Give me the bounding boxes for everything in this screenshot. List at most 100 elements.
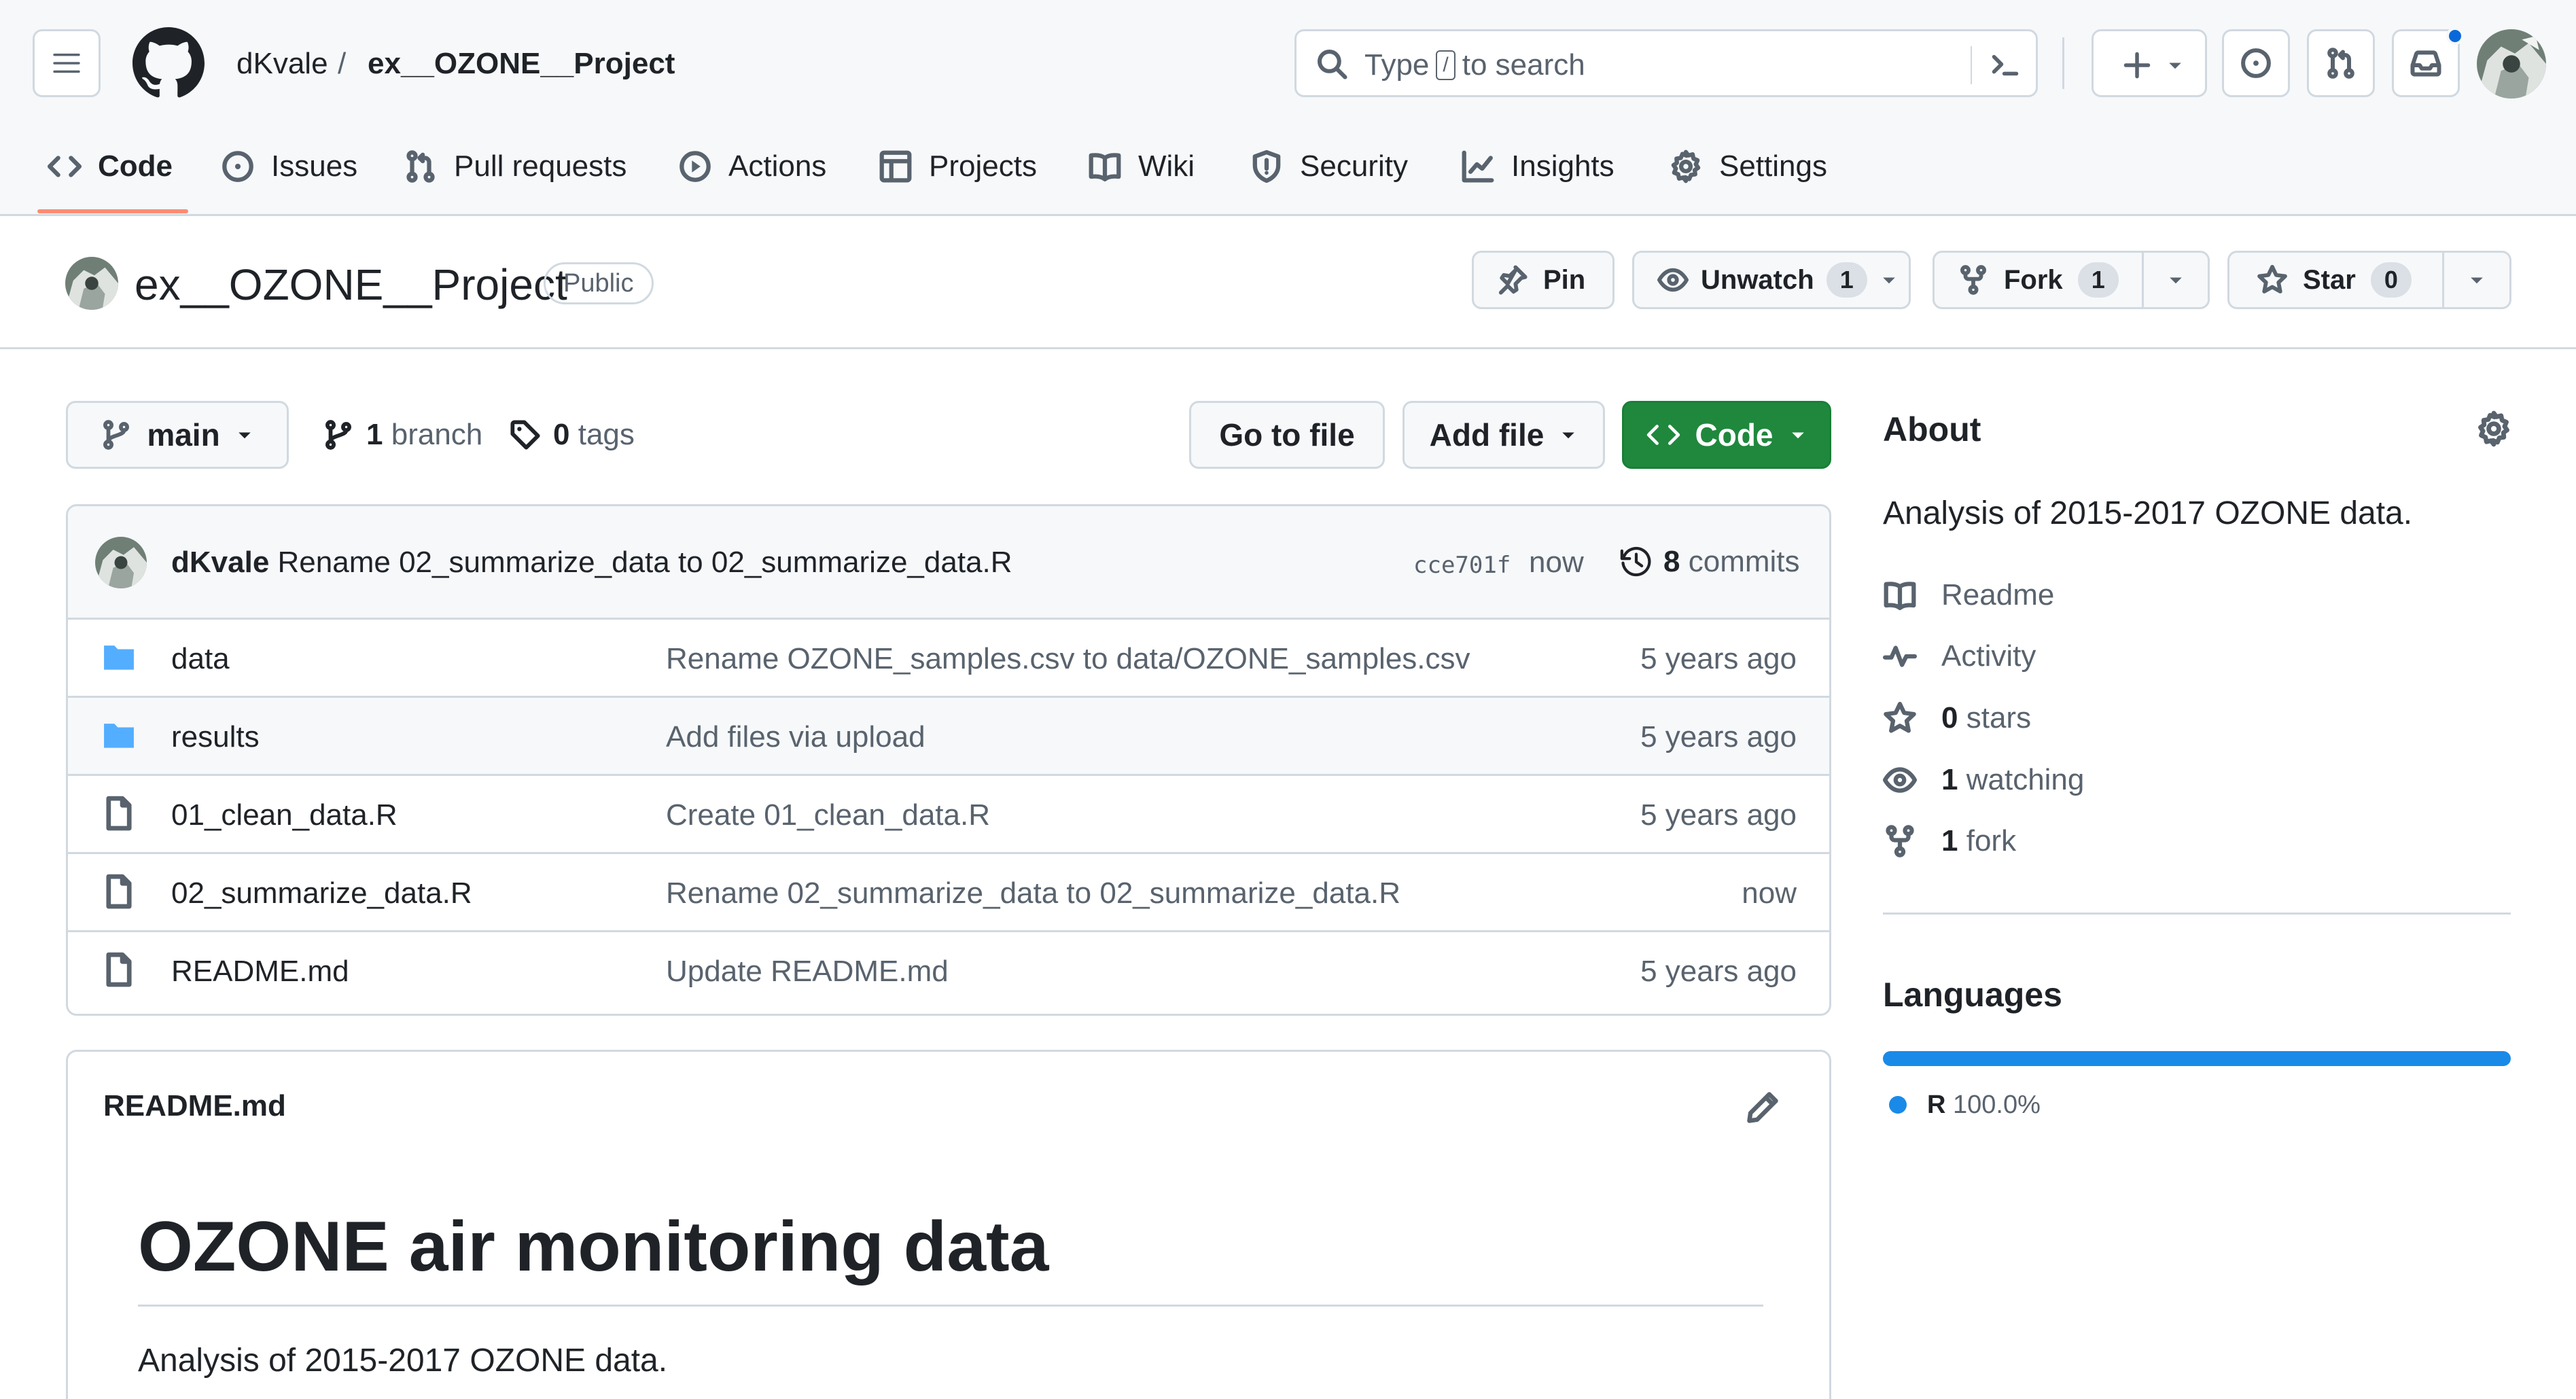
- breadcrumb-repo[interactable]: ex__OZONE__Project: [368, 45, 675, 83]
- sidebar-divider: [1883, 913, 2511, 915]
- command-palette-icon[interactable]: [1990, 50, 2021, 80]
- tab-projects[interactable]: Projects: [879, 139, 1037, 194]
- eye-icon: [1657, 268, 1689, 292]
- star-icon: [1884, 701, 1916, 733]
- breadcrumb-separator: /: [338, 47, 347, 80]
- branch-selector[interactable]: main: [66, 401, 289, 469]
- watching-link[interactable]: 1 watching: [1883, 761, 2084, 799]
- user-avatar[interactable]: [2477, 29, 2546, 99]
- issues-button[interactable]: [2222, 29, 2290, 97]
- search-shortcut-key: /: [1436, 50, 1455, 80]
- gear-icon[interactable]: [2475, 410, 2512, 447]
- book-icon: [1089, 153, 1121, 181]
- search-input[interactable]: Type / to search: [1294, 29, 2038, 97]
- tab-actions[interactable]: Actions: [678, 139, 826, 194]
- pull-requests-button[interactable]: [2307, 29, 2375, 97]
- code-icon: [48, 156, 82, 177]
- star-dropdown[interactable]: [2441, 253, 2509, 307]
- triangle-down-icon: [1791, 432, 1804, 439]
- language-item-r[interactable]: R 100.0%: [1889, 1086, 2041, 1124]
- file-commit-time: 5 years ago: [1640, 642, 1797, 675]
- pin-button[interactable]: Pin: [1472, 251, 1615, 309]
- hamburger-icon: [53, 53, 80, 73]
- tab-code[interactable]: Code: [48, 139, 173, 194]
- watch-button[interactable]: Unwatch 1: [1632, 251, 1911, 309]
- stars-word: stars: [1966, 701, 2032, 734]
- fork-button-group[interactable]: Fork 1: [1933, 251, 2210, 309]
- file-commit-message[interactable]: Create 01_clean_data.R: [666, 796, 990, 834]
- tab-wiki[interactable]: Wiki: [1088, 139, 1195, 194]
- git-branch-icon: [103, 420, 130, 450]
- tag-count: 0: [553, 418, 570, 451]
- file-commit-message[interactable]: Rename OZONE_samples.csv to data/OZONE_s…: [666, 640, 1470, 678]
- file-row: data Rename OZONE_samples.csv to data/OZ…: [68, 620, 1829, 698]
- menu-button[interactable]: [33, 29, 101, 97]
- commit-hash[interactable]: cce701f: [1413, 548, 1511, 582]
- repo-owner-avatar[interactable]: [65, 257, 118, 310]
- pulse-icon: [1883, 645, 1917, 667]
- git-pull-request-icon: [2327, 48, 2354, 79]
- file-row: 02_summarize_data.R Rename 02_summarize_…: [68, 854, 1829, 932]
- issue-opened-icon: [222, 151, 253, 182]
- commit-word: commits: [1688, 545, 1800, 578]
- readme-link[interactable]: Readme: [1883, 576, 2054, 614]
- fork-button[interactable]: Fork 1: [1935, 253, 2142, 307]
- create-new-button[interactable]: [2092, 29, 2207, 97]
- latest-commit-message: dKvale Rename 02_summarize_data to 02_su…: [171, 544, 1012, 582]
- tab-issues[interactable]: Issues: [221, 139, 357, 194]
- watching-count: 1: [1941, 763, 1958, 796]
- issue-opened-icon: [2241, 48, 2271, 78]
- file-icon: [106, 952, 132, 987]
- tab-pull-requests[interactable]: Pull requests: [404, 139, 627, 194]
- file-name-link[interactable]: 01_clean_data.R: [171, 796, 398, 834]
- eye-icon: [1883, 767, 1917, 793]
- activity-link[interactable]: Activity: [1883, 637, 2036, 675]
- code-button[interactable]: Code: [1622, 401, 1831, 469]
- book-icon: [1884, 582, 1916, 610]
- star-button[interactable]: Star 0: [2229, 253, 2442, 307]
- visibility-badge: Public: [544, 262, 654, 304]
- about-description: Analysis of 2015-2017 OZONE data.: [1883, 495, 2413, 531]
- shield-icon: [1252, 149, 1281, 183]
- tab-security[interactable]: Security: [1250, 139, 1408, 194]
- fork-dropdown[interactable]: [2141, 253, 2208, 307]
- tab-settings[interactable]: Settings: [1669, 139, 1827, 194]
- search-placeholder: Type / to search: [1364, 46, 1585, 84]
- watch-label: Unwatch: [1701, 264, 1814, 295]
- file-icon: [106, 796, 132, 831]
- watch-count: 1: [1826, 262, 1867, 298]
- file-commit-message[interactable]: Add files via upload: [666, 718, 925, 756]
- tab-insights[interactable]: Insights: [1461, 139, 1615, 194]
- file-name-link[interactable]: 02_summarize_data.R: [171, 874, 472, 913]
- pencil-icon[interactable]: [1745, 1090, 1780, 1125]
- file-commit-time: now: [1742, 876, 1797, 910]
- breadcrumb-owner[interactable]: dKvale: [236, 45, 328, 83]
- global-header: dKvale / ex__OZONE__Project Type / to se…: [0, 0, 2576, 216]
- readme-filename[interactable]: README.md: [103, 1087, 286, 1125]
- forks-link[interactable]: 1 fork: [1883, 822, 2016, 860]
- file-row: 01_clean_data.R Create 01_clean_data.R 5…: [68, 776, 1829, 854]
- triangle-down-icon: [2471, 277, 2483, 284]
- go-to-file-button[interactable]: Go to file: [1189, 401, 1385, 469]
- file-name-link[interactable]: data: [171, 640, 230, 678]
- stars-link[interactable]: 0 stars: [1883, 699, 2031, 737]
- tags-link[interactable]: 0 tags: [510, 416, 635, 454]
- commits-history-link[interactable]: 8 commits: [1619, 542, 1800, 582]
- github-logo-icon[interactable]: [133, 27, 205, 99]
- commit-message-link[interactable]: Rename 02_summarize_data to 02_summarize…: [278, 546, 1012, 579]
- star-button-group[interactable]: Star 0: [2227, 251, 2511, 309]
- git-pull-request-icon: [406, 150, 435, 183]
- file-commit-message[interactable]: Update README.md: [666, 953, 949, 991]
- commit-author-avatar[interactable]: [95, 537, 147, 588]
- tab-selected-underline: [37, 209, 188, 213]
- language-percent: 100.0%: [1953, 1091, 2041, 1119]
- file-commit-message[interactable]: Rename 02_summarize_data to 02_summarize…: [666, 874, 1400, 913]
- repo-name[interactable]: ex__OZONE__Project: [135, 259, 567, 311]
- add-file-button[interactable]: Add file: [1402, 401, 1605, 469]
- file-name-link[interactable]: README.md: [171, 953, 349, 991]
- branches-link[interactable]: 1 branch: [323, 416, 482, 454]
- search-icon: [1318, 50, 1347, 79]
- file-name-link[interactable]: results: [171, 718, 260, 756]
- pin-icon: [1498, 265, 1528, 295]
- commit-author[interactable]: dKvale: [171, 546, 269, 579]
